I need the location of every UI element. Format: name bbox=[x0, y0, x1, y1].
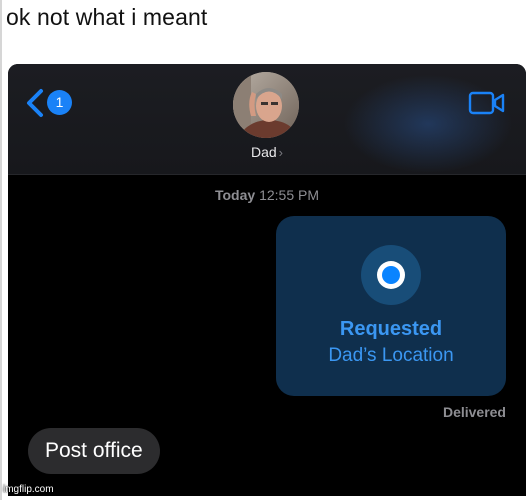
contact-name-button[interactable]: Dad › bbox=[8, 144, 526, 160]
location-dot-core bbox=[382, 266, 400, 284]
chevron-left-icon bbox=[27, 89, 43, 117]
watermark: imgflip.com bbox=[3, 484, 54, 495]
location-request-bubble[interactable]: Requested Dad’s Location bbox=[276, 216, 506, 396]
location-request-subtitle: Dad’s Location bbox=[328, 345, 454, 366]
avatar-photo bbox=[233, 72, 299, 138]
left-border bbox=[0, 0, 2, 500]
incoming-message-bubble[interactable]: Post office bbox=[28, 428, 160, 474]
contact-name: Dad bbox=[250, 144, 277, 160]
chevron-right-icon: › bbox=[278, 145, 284, 160]
delivery-status: Delivered bbox=[442, 404, 506, 420]
back-button[interactable]: 1 bbox=[24, 86, 74, 118]
timestamp-time: 12:55 PM bbox=[259, 187, 320, 203]
contact-avatar[interactable] bbox=[233, 72, 299, 138]
message-timestamp: Today 12:55 PM bbox=[8, 187, 526, 203]
location-dot-center bbox=[377, 261, 405, 289]
video-camera-icon[interactable] bbox=[468, 90, 506, 116]
meme-caption: ok not what i meant bbox=[6, 4, 208, 30]
location-request-title: Requested bbox=[339, 318, 443, 340]
timestamp-day: Today bbox=[214, 187, 256, 203]
conversation-header: 1 Dad › bbox=[8, 64, 526, 175]
messages-screen: 1 Dad › Today 12:55 PM Requested Dad’s L… bbox=[8, 64, 526, 496]
meme-page: ok not what i meant 1 Dad › Today 12:55 … bbox=[0, 0, 531, 500]
unread-count-badge: 1 bbox=[47, 90, 72, 115]
